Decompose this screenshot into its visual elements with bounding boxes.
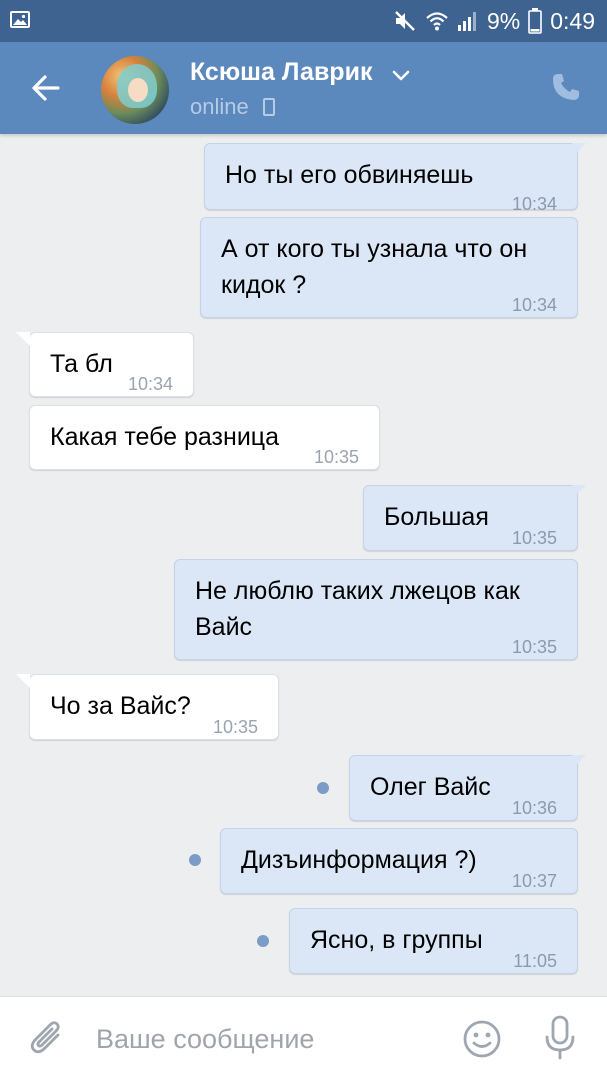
message-text: Но ты его обвиняешь — [225, 161, 474, 189]
message-bubble-outgoing[interactable]: Но ты его обвиняешь 10:34 — [204, 143, 586, 214]
attach-button[interactable] — [28, 1019, 68, 1064]
message-bubble-outgoing[interactable]: А от кого ты узнала что он кидок ? 10:34 — [200, 217, 578, 318]
message-text: Олег Вайс — [370, 773, 491, 801]
message-time: 10:37 — [511, 871, 557, 891]
message-bubble-incoming[interactable]: Какая тебе разница 10:35 — [29, 405, 380, 470]
mute-icon — [395, 11, 415, 31]
signal-icon — [457, 12, 476, 31]
message-time: 10:36 — [511, 798, 557, 818]
message-bubble-outgoing[interactable]: Не люблю таких лжецов как Вайс 10:35 — [174, 559, 578, 660]
back-button[interactable] — [28, 70, 68, 106]
message-text: Какая тебе разница — [50, 423, 280, 451]
message-text: А от кого ты узнала что он кидок ? — [221, 235, 528, 299]
message-text: Не люблю таких лжецов как Вайс — [195, 577, 520, 641]
voice-message-button[interactable] — [543, 1015, 577, 1066]
status-bar: 9% 0:49 — [0, 0, 607, 42]
message-bubble-outgoing[interactable]: Олег Вайс 10:36 — [349, 755, 586, 821]
message-text: Большая — [384, 503, 489, 531]
gallery-notification-icon — [10, 11, 30, 28]
message-time: 10:35 — [511, 528, 557, 548]
chat-header: Ксюша Лаврик online — [0, 42, 607, 134]
message-list[interactable]: Но ты его обвиняешь 10:34 А от кого ты у… — [0, 134, 607, 996]
message-time: 10:35 — [213, 717, 259, 737]
message-time: 11:05 — [513, 951, 557, 971]
message-bubble-outgoing[interactable]: Ясно, в группы 11:05 — [289, 908, 578, 974]
message-time: 10:34 — [511, 295, 557, 315]
message-bubble-incoming[interactable]: Та бл 10:34 — [16, 332, 194, 397]
message-text: Чо за Вайс? — [50, 692, 191, 720]
unread-indicator — [257, 935, 269, 947]
clock: 0:49 — [550, 7, 595, 34]
message-time: 10:34 — [128, 374, 174, 394]
battery-icon — [528, 8, 543, 34]
chevron-down-icon[interactable] — [392, 70, 410, 82]
message-bubble-outgoing[interactable]: Дизъинформация ?) 10:37 — [220, 828, 578, 894]
unread-indicator — [189, 854, 201, 866]
message-input[interactable] — [96, 1021, 436, 1057]
arrow-left-icon — [32, 75, 60, 101]
paperclip-icon — [30, 1021, 60, 1054]
mobile-device-icon — [263, 98, 275, 116]
wifi-icon — [426, 12, 448, 31]
emoji-button[interactable] — [462, 1019, 502, 1064]
message-text: Ясно, в группы — [310, 926, 483, 954]
message-text: Та бл — [50, 350, 113, 378]
battery-percent: 9% — [486, 7, 521, 34]
smiley-icon — [463, 1020, 501, 1058]
microphone-icon — [545, 1015, 575, 1060]
message-time: 10:35 — [511, 637, 557, 657]
online-status: online — [190, 94, 249, 119]
contact-name[interactable]: Ксюша Лаврик — [190, 58, 372, 87]
message-bubble-incoming[interactable]: Чо за Вайс? 10:35 — [16, 674, 279, 740]
status-icons: 9% 0:49 — [393, 6, 595, 36]
call-button[interactable] — [551, 72, 581, 107]
message-text: Дизъинформация ?) — [241, 846, 477, 874]
message-composer — [0, 996, 607, 1080]
message-bubble-outgoing[interactable]: Большая 10:35 — [363, 485, 586, 551]
message-time: 10:35 — [314, 447, 360, 467]
phone-icon — [553, 74, 579, 100]
avatar[interactable] — [101, 56, 169, 124]
unread-indicator — [317, 782, 329, 794]
